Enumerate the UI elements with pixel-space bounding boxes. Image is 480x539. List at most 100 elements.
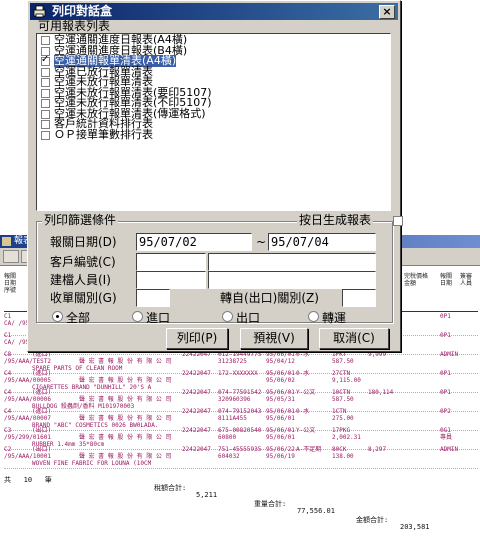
total-count: 共 10 筆 [4, 476, 52, 484]
radio-all-dot [52, 311, 63, 322]
report-cell: 27CTN 9,115.00 [332, 370, 361, 384]
report-cell: 22422047 [182, 427, 211, 434]
creator-label: 建檔人員(I) [50, 273, 111, 287]
report-cell: ADMIN [440, 351, 459, 358]
date-from-field[interactable]: 95/07/02 [136, 233, 252, 251]
close-button[interactable]: × [379, 5, 395, 19]
radio-transit-dot [308, 311, 319, 322]
report-cell: 1PKT 587.50 [332, 351, 354, 365]
report-cell: 751-45555935 604032 [218, 446, 262, 460]
printer-icon [33, 5, 46, 18]
print-button[interactable]: 列印(P) [166, 328, 228, 349]
report-cell: 180,114 [368, 389, 394, 396]
report-cell: 95/06/01 95/06/01 [266, 408, 295, 422]
radio-import-label: 進口 [146, 311, 171, 325]
transfer-label: 轉自(出口)關別(Z) [220, 291, 319, 305]
by-date-checkbox[interactable] [393, 216, 403, 226]
preview-button[interactable]: 預視(V) [240, 328, 308, 349]
report-cell: 8,297 [368, 446, 387, 453]
report-checkbox[interactable] [41, 67, 50, 77]
report-cell: 0-水 [296, 408, 310, 415]
radio-export-dot [222, 311, 233, 322]
date-separator: ~ [256, 235, 267, 249]
creator-name-field[interactable] [208, 271, 376, 289]
report-cell: Y-公文 [296, 389, 316, 396]
report-cell: (進口) 聲 宏 書 報 股 份 有 限 公 司 BRAND "ABC" COS… [32, 408, 172, 429]
report-header-col: 簽審 人員 [460, 273, 473, 287]
report-cell: Y-公文 [296, 427, 316, 434]
report-checkbox[interactable] [41, 54, 50, 66]
customer-code-field[interactable] [136, 253, 206, 271]
report-cell: 074-77591542 320960396 [218, 389, 262, 403]
radio-all-label: 全部 [66, 311, 91, 325]
customer-name-field[interactable] [208, 253, 376, 271]
report-cell: 172-XXXXXXX [218, 370, 258, 377]
report-cell: 22422047 [182, 408, 211, 415]
report-list[interactable]: 空運通關進度日報表(A4橫)空運通關進度日報表(B4橫)空運通關報單清表(A4橫… [36, 33, 391, 211]
report-checkbox[interactable] [41, 130, 50, 140]
print-toolbar-button[interactable] [3, 250, 19, 263]
weight-total-value: 77,556.01 [297, 507, 335, 515]
report-cell: 22422047 [182, 351, 211, 358]
report-cell: 0-水 [296, 351, 310, 358]
report-cell: 95/06/01 95/05/31 [266, 389, 295, 403]
customs-label: 收單關別(G) [50, 291, 117, 305]
report-checkbox[interactable] [41, 99, 50, 108]
report-cell: 22422047 [182, 370, 211, 377]
date-to-field[interactable]: 95/07/04 [268, 233, 376, 251]
report-cell: 95/06/01 95/04/12 [266, 351, 295, 365]
report-checkbox[interactable] [41, 88, 50, 98]
radio-transit-label: 轉運 [322, 311, 347, 325]
radio-export-label: 出口 [236, 311, 261, 325]
report-header-col: 報關 日期 [440, 273, 453, 287]
report-cell: 675-00820540 60800 [218, 427, 262, 441]
radio-import-dot [132, 311, 143, 322]
dialog-title: 列印對話盒 [52, 4, 113, 18]
report-cell: ADMIN [440, 446, 459, 453]
report-cell: (進口) 聲 宏 書 報 股 份 有 限 公 司 SPARE PARTS OF … [32, 351, 172, 372]
report-cell: 95/06/01 95/06/02 [266, 370, 295, 384]
print-dialog: 列印對話盒 × 可用報表列表 空運通關進度日報表(A4橫) 空運通關進度日報表(B… [27, 0, 403, 352]
app-icon [2, 237, 11, 246]
report-cell: 074-79152043 8111A455 [218, 408, 262, 422]
report-cell: 0P2 [440, 408, 451, 415]
report-cell: 0-水 [296, 370, 310, 377]
report-cell: (進口) 聲 宏 書 報 股 份 有 限 公 司 CIGARETTES BRAN… [32, 370, 172, 391]
report-cell: 80CK 138.00 [332, 446, 354, 460]
report-checkbox[interactable] [41, 109, 50, 119]
report-total: 共 10 筆 稅額合計: 5,211 重量合計: 77,556.01 金額合計:… [4, 467, 478, 531]
report-checkbox[interactable] [41, 120, 50, 129]
report-cell: 0G1 專員 [440, 427, 453, 441]
report-checkbox[interactable] [41, 36, 50, 45]
report-cell: 9,999 [368, 351, 387, 358]
report-cell: 10CTN 587.50 [332, 389, 354, 403]
amount-total-label: 金額合計: [356, 516, 389, 524]
report-cell: 95/06/01 95/06/01 [266, 427, 295, 441]
report-cell: 0P1 [440, 332, 451, 339]
transfer-field[interactable] [342, 289, 376, 307]
report-cell: (出口) 聲 宏 書 報 股 份 有 限 公 司 RUBBER 1.4mm 35… [32, 427, 172, 448]
cancel-button[interactable]: 取消(C) [319, 328, 389, 349]
report-cell: (出口) 聲 宏 書 報 股 份 有 限 公 司 WOVEN FINE FABR… [32, 446, 172, 467]
report-header-col: 完稅價格 金額 [404, 273, 429, 287]
filter-group-label: 列印篩選條件 [42, 213, 119, 227]
report-list-item[interactable]: ＯＰ接單筆數排行表 [39, 128, 387, 141]
report-checkbox[interactable] [41, 78, 50, 87]
by-date-label: 按日生成報表 [297, 213, 374, 227]
customs-field[interactable] [136, 289, 170, 307]
report-list-label: 可用報表列表 [36, 19, 113, 33]
report-header-col: 報關 日期 序號 [4, 273, 17, 294]
report-cell: 0P1 [440, 370, 451, 377]
report-cell: 1CTN 275.00 [332, 408, 354, 422]
dialog-titlebar: 列印對話盒 × [30, 3, 398, 20]
report-cell: 22422047 [182, 446, 211, 453]
weight-total-label: 重量合計: [254, 500, 287, 508]
report-cell: 012-19449775 31238725 [218, 351, 262, 365]
customer-label: 客戶編號(C) [50, 255, 116, 269]
creator-code-field[interactable] [136, 271, 206, 289]
report-cell: 95/06/22 95/06/19 [266, 446, 295, 460]
amount-total-value: 203,581 [400, 523, 430, 531]
report-cell: 0P1 [440, 389, 451, 396]
tax-total-value: 5,211 [196, 491, 218, 499]
report-cell: (進口) 聲 宏 書 報 股 份 有 限 公 司 BULLDOG 殺蟲劑/香料 … [32, 389, 172, 410]
